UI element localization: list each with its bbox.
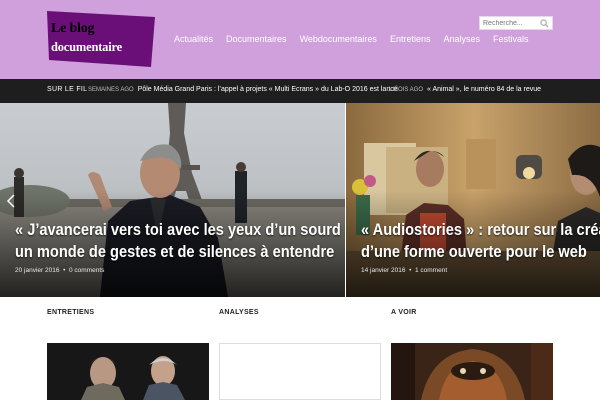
nav-item-entretiens[interactable]: Entretiens	[390, 34, 431, 44]
hero-meta: 20 janvier 2016 • 0 comments	[15, 267, 104, 274]
nav-item-actualites[interactable]: Actualités	[174, 34, 213, 44]
search-box	[479, 16, 553, 30]
chevron-left-icon[interactable]	[6, 193, 16, 209]
ticker-item[interactable]: SEMAINES AGO Pôle Média Grand Paris : l’a…	[88, 86, 398, 93]
nav-item-documentaires[interactable]: Documentaires	[226, 34, 287, 44]
ticker-ago: 1 MOIS AGO	[388, 87, 424, 93]
ticker-text: « Animal », le numéro 84 de la revue	[427, 86, 542, 93]
entretiens-card-image[interactable]	[47, 343, 209, 400]
news-ticker: SUR LE FIL SEMAINES AGO Pôle Média Grand …	[0, 79, 600, 103]
site-header: Le blog documentaire Actualités Document…	[0, 0, 600, 79]
ticker-ago: SEMAINES AGO	[88, 87, 134, 93]
hero-meta: 14 janvier 2016 • 1 comment	[361, 267, 447, 274]
meta-separator: •	[407, 267, 415, 274]
ticker-text: Pôle Média Grand Paris : l’appel à proje…	[137, 86, 398, 93]
section-title-entretiens[interactable]: ENTRETIENS	[47, 309, 94, 316]
a-voir-image	[391, 343, 553, 400]
a-voir-card-image[interactable]	[391, 343, 553, 400]
main-nav: Actualités Documentaires Webdocumentaire…	[174, 34, 542, 44]
logo-shape	[47, 11, 155, 67]
hero-title-line2[interactable]: un monde de gestes et de silences à ente…	[15, 241, 334, 262]
analyses-card-placeholder[interactable]	[219, 343, 381, 400]
hero-title-line2[interactable]: d’une forme ouverte pour le web	[361, 241, 587, 262]
ticker-label: SUR LE FIL	[47, 86, 88, 93]
nav-item-webdocumentaires[interactable]: Webdocumentaires	[300, 34, 377, 44]
search-input[interactable]	[483, 17, 539, 29]
site-logo[interactable]: Le blog documentaire	[47, 11, 155, 67]
ticker-item[interactable]: 1 MOIS AGO « Animal », le numéro 84 de la…	[388, 86, 541, 93]
hero-slide-2[interactable]: « Audiostories » : retour sur la créatio…	[346, 103, 600, 297]
hero-title-line1[interactable]: « Audiostories » : retour sur la créatio…	[361, 219, 600, 240]
entretiens-image	[47, 343, 209, 400]
section-title-a-voir[interactable]: A VOIR	[391, 309, 417, 316]
logo-line2: documentaire	[51, 40, 122, 54]
meta-separator: •	[61, 267, 69, 274]
nav-item-analyses[interactable]: Analyses	[443, 34, 480, 44]
hero-comments[interactable]: 1 comment	[415, 267, 447, 274]
hero-slide-1[interactable]: « J’avancerai vers toi avec les yeux d’u…	[0, 103, 345, 297]
section-title-analyses[interactable]: ANALYSES	[219, 309, 259, 316]
hero-date: 20 janvier 2016	[15, 267, 60, 274]
logo-line1: Le blog	[51, 21, 95, 36]
search-icon[interactable]	[540, 19, 549, 28]
nav-item-festivals[interactable]: Festivals	[493, 34, 529, 44]
hero-date: 14 janvier 2016	[361, 267, 406, 274]
hero-title-line1[interactable]: « J’avancerai vers toi avec les yeux d’u…	[15, 219, 345, 240]
hero-comments[interactable]: 0 comments	[69, 267, 104, 274]
